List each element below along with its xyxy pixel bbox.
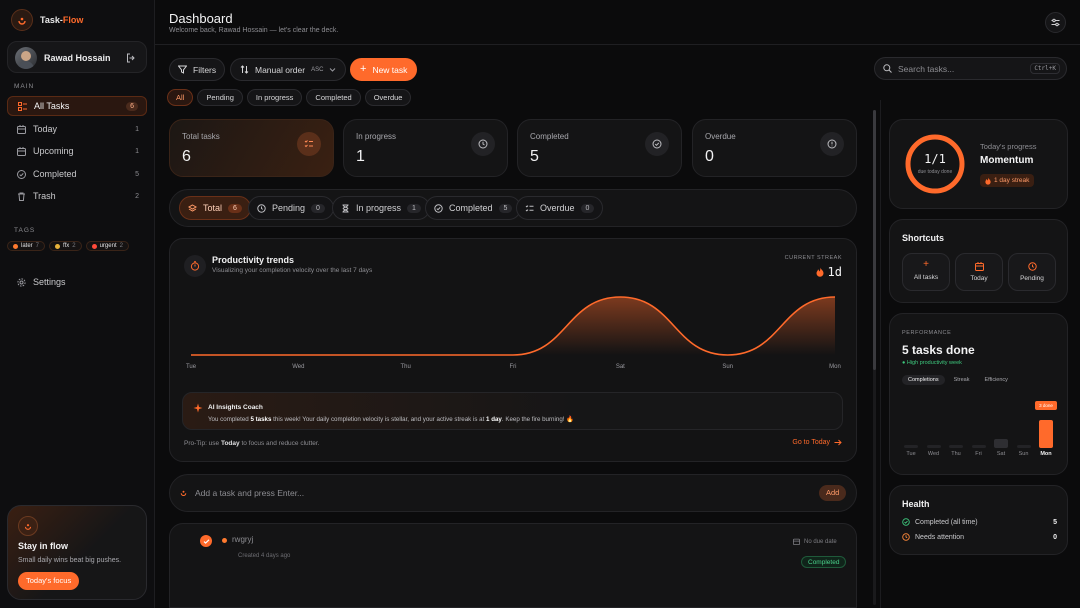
- performance-bar[interactable]: [904, 445, 918, 448]
- x-tick-label: Tue: [185, 364, 197, 370]
- quick-add-button[interactable]: Add: [819, 485, 847, 501]
- task-due-label: No due date: [804, 538, 837, 545]
- performance-headline: 5 tasks done: [902, 343, 975, 357]
- shortcut-label: Pending: [1020, 275, 1044, 282]
- progress-ratio: 1/1: [924, 152, 946, 166]
- task-priority-dot: [222, 538, 227, 543]
- x-tick-label: Fri: [509, 364, 517, 370]
- scrollbar-track[interactable]: [873, 110, 876, 605]
- shortcut-all-tasks[interactable]: + All tasks: [902, 253, 950, 291]
- health-card: Health Completed (all time) 5 Needs atte…: [889, 485, 1068, 555]
- shortcut-label: All tasks: [913, 274, 939, 281]
- trend-up-icon: ●: [902, 360, 906, 366]
- performance-bar[interactable]: [994, 438, 1008, 448]
- tab-efficiency[interactable]: Efficiency: [978, 375, 1013, 385]
- progress-caption: due today done: [917, 169, 953, 175]
- bar-day-label: Sun: [1018, 451, 1029, 457]
- check-icon: [203, 538, 209, 544]
- shortcuts-title: Shortcuts: [902, 233, 945, 243]
- performance-label: PERFORMANCE: [902, 330, 952, 336]
- bar-day-label: Fri: [975, 451, 982, 457]
- todays-progress-card: 1/1 due today done Today's progress Mome…: [889, 119, 1068, 209]
- bar-tooltip: 3 done: [1035, 401, 1057, 410]
- shortcut-today[interactable]: Today: [955, 253, 1003, 291]
- performance-bar[interactable]: [971, 445, 986, 448]
- streak-badge-label: 1 day streak: [994, 177, 1030, 184]
- x-tick-label: Thu: [400, 364, 411, 370]
- quick-add-input[interactable]: Add a task and press Enter...: [195, 488, 795, 498]
- x-tick-label: Mon: [829, 364, 841, 370]
- streak-badge: 1 day streak: [980, 174, 1035, 187]
- tab-streak[interactable]: Streak: [948, 375, 976, 385]
- task-checkbox[interactable]: [200, 535, 212, 547]
- progress-label: Today's progress: [980, 142, 1037, 151]
- bar-day-label: Sat: [996, 451, 1006, 457]
- flow-icon: [179, 488, 188, 497]
- right-rail-divider: [880, 100, 881, 608]
- task-title: rwgryj: [232, 535, 254, 544]
- tab-completions[interactable]: Completions: [902, 375, 945, 385]
- performance-bar[interactable]: [926, 445, 941, 448]
- plus-icon: +: [923, 259, 929, 270]
- performance-bar[interactable]: [949, 445, 963, 448]
- task-card[interactable]: [169, 523, 857, 608]
- health-label: Needs attention: [915, 533, 965, 541]
- trend-area: [191, 297, 835, 355]
- calendar-icon: [956, 262, 1002, 271]
- bar-day-label: Thu: [951, 451, 961, 457]
- check-circle-icon: [902, 518, 910, 526]
- performance-sub: ● High productivity week: [902, 360, 962, 366]
- performance-tabs: Completions Streak Efficiency: [902, 375, 1014, 385]
- health-value: 0: [1053, 533, 1057, 541]
- health-value: 5: [1053, 518, 1057, 526]
- shortcut-label: Today: [970, 275, 988, 282]
- shortcut-pending[interactable]: Pending: [1008, 253, 1056, 291]
- bar-day-label: Wed: [927, 451, 940, 457]
- x-tick-label: Wed: [292, 364, 305, 370]
- task-due: No due date: [793, 538, 837, 545]
- progress-mood: Momentum: [980, 155, 1034, 166]
- health-row-completed: Completed (all time) 5: [902, 518, 1057, 526]
- x-tick-label: Sun: [722, 364, 733, 370]
- bar-day-label: Mon: [1040, 451, 1052, 457]
- health-row-attention: Needs attention 0: [902, 533, 1057, 541]
- status-badge: Completed: [801, 556, 847, 568]
- scrollbar-thumb[interactable]: [873, 110, 876, 370]
- fire-icon: [985, 177, 991, 185]
- performance-sub-label: High productivity week: [906, 360, 962, 366]
- health-title: Health: [902, 499, 930, 509]
- health-label: Completed (all time): [915, 518, 978, 526]
- bar-day-label: Tue: [906, 451, 916, 457]
- trend-line: [191, 296, 836, 356]
- performance-bar[interactable]: [1039, 420, 1053, 448]
- x-tick-label: Sat: [615, 364, 625, 370]
- calendar-icon: [793, 538, 800, 545]
- clock-icon: [902, 533, 910, 541]
- shortcuts-card: Shortcuts + All tasks Today Pending: [889, 219, 1068, 303]
- clock-icon: [1009, 262, 1055, 271]
- performance-bar[interactable]: [1016, 445, 1031, 448]
- task-created: Created 4 days ago: [238, 553, 291, 559]
